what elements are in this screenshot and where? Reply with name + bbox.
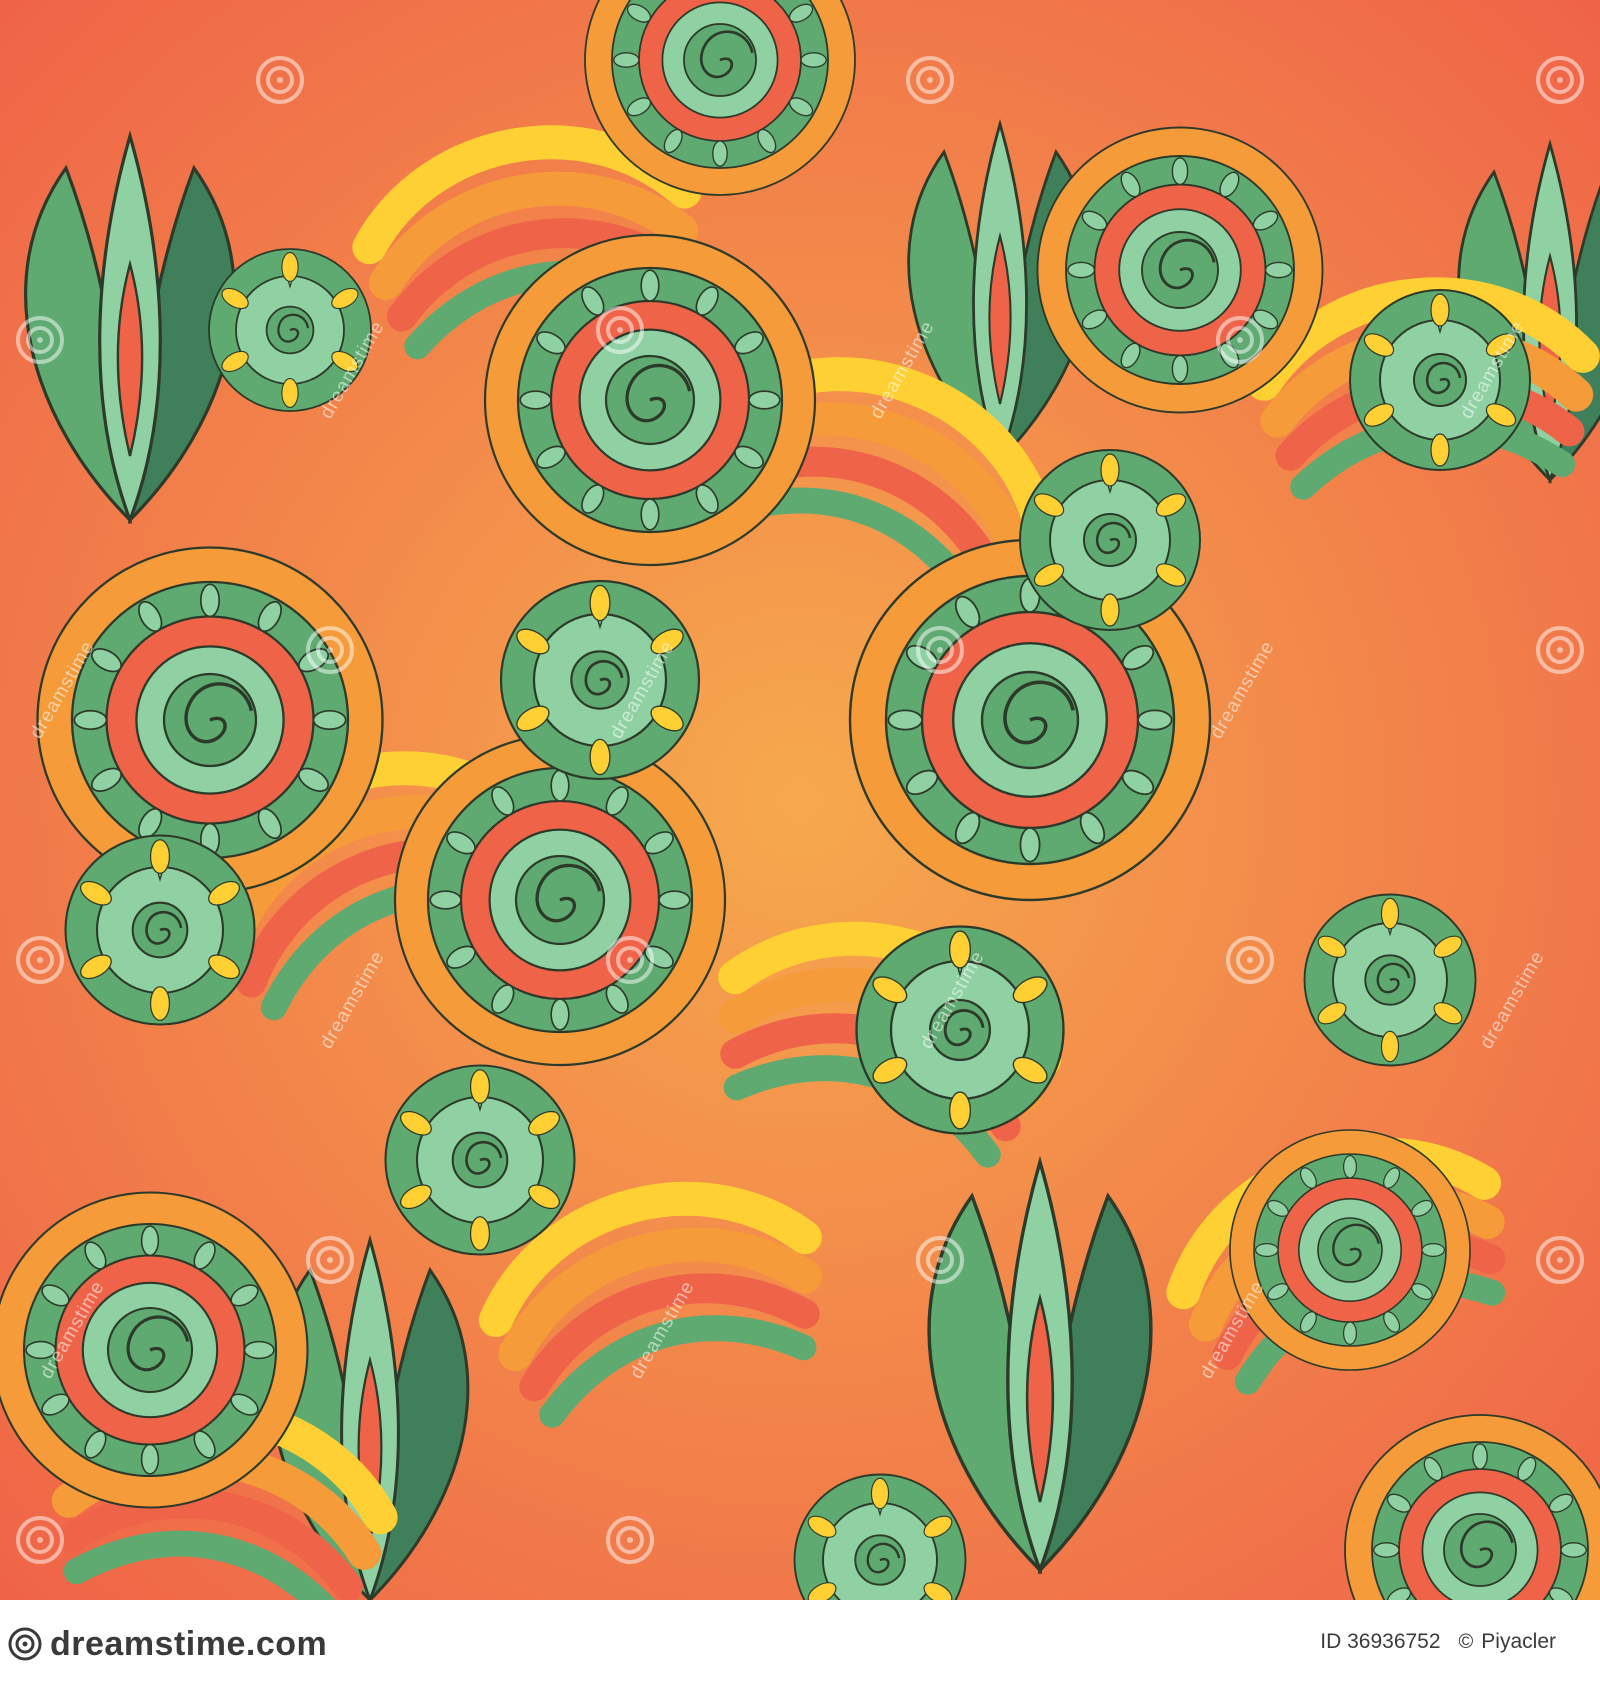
footer-bar: dreamstime.com ID 36936752 © Piyacler [0, 1600, 1600, 1690]
dreamstime-spiral-icon [8, 1627, 42, 1661]
pattern-image: dreamstime dreamstime dreamstime dreamst… [0, 0, 1600, 1600]
footer-meta: ID 36936752 © Piyacler [1320, 1630, 1556, 1654]
logo-text: dreamstime.com [50, 1624, 328, 1663]
pattern-svg: dreamstime dreamstime dreamstime dreamst… [0, 0, 1600, 1600]
copyright-icon: © [1458, 1631, 1474, 1653]
image-id: ID 36936752 [1320, 1630, 1441, 1653]
author-name: Piyacler [1481, 1630, 1556, 1653]
author-credit: © Piyacler [1459, 1630, 1556, 1654]
footer-logo[interactable]: dreamstime.com [8, 1624, 327, 1664]
